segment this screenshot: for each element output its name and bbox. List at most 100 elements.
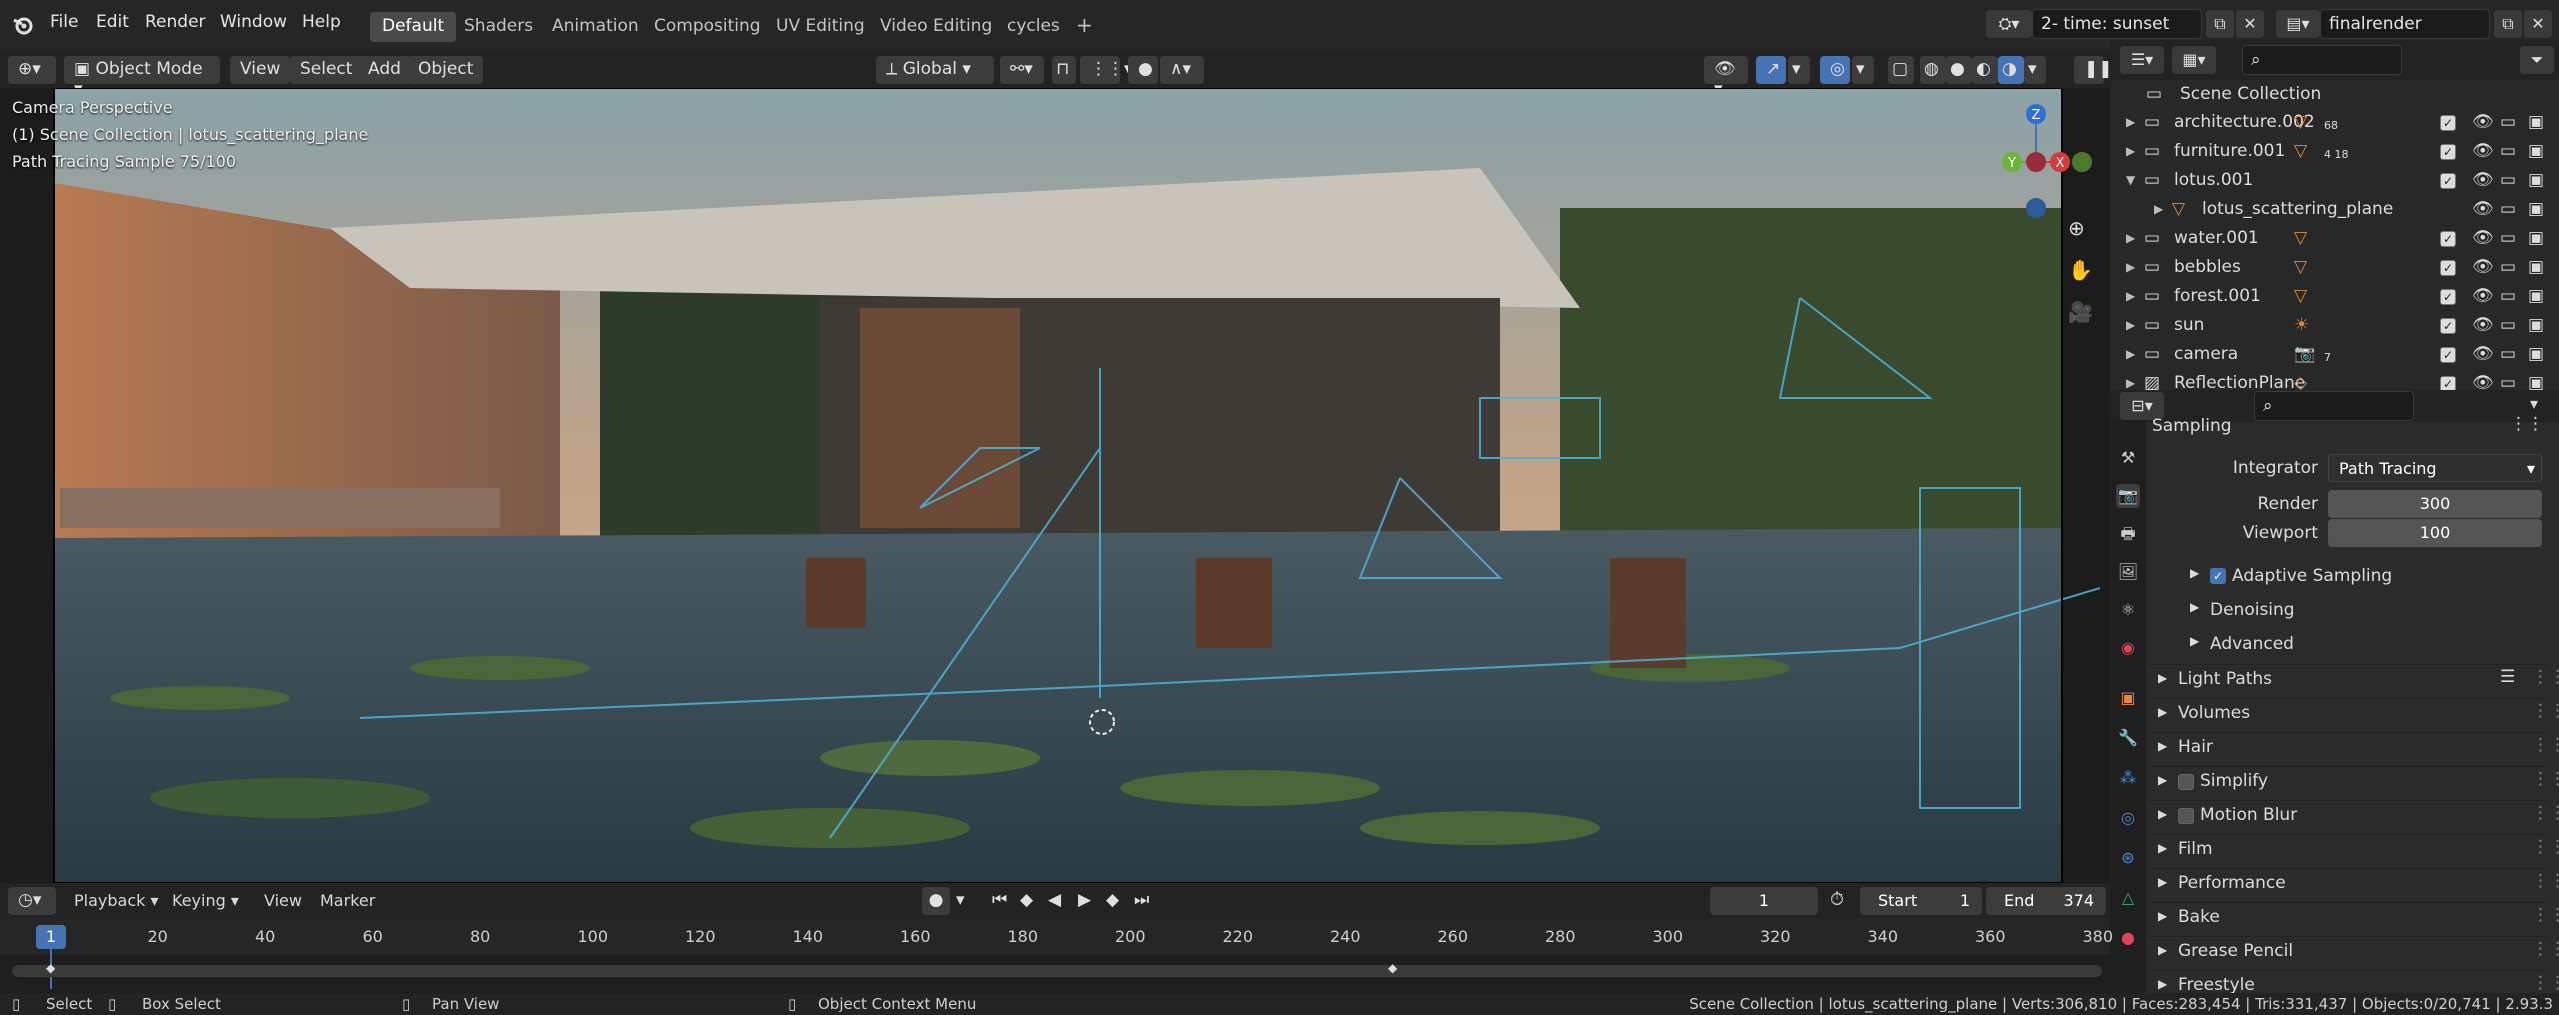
record-dropdown-icon[interactable]: ▾ bbox=[952, 887, 974, 915]
playback-menu[interactable]: Playback ▾ bbox=[74, 891, 159, 910]
expand-arrow-icon[interactable]: ▶ bbox=[2126, 144, 2135, 158]
camera-icon[interactable]: ▣ bbox=[2528, 315, 2544, 335]
panel-bake[interactable]: ▶ Bake ⋮⋮ bbox=[2148, 902, 2559, 934]
panel-hair[interactable]: ▶ Hair ⋮⋮ bbox=[2148, 732, 2559, 764]
drag-handle-icon[interactable]: ⋮⋮ bbox=[2532, 803, 2559, 823]
new-scene-icon[interactable]: ⧉ bbox=[2206, 10, 2234, 38]
include-checkbox[interactable]: ✓ bbox=[2440, 318, 2456, 334]
outliner-editor-type-icon[interactable]: ☰▾ bbox=[2120, 46, 2164, 74]
pan-hand-icon[interactable]: ✋ bbox=[2068, 258, 2096, 286]
jump-end-icon[interactable]: ⏭ bbox=[1130, 887, 1156, 915]
stopwatch-icon[interactable]: ⏱ bbox=[1830, 889, 1844, 910]
outliner-root[interactable]: ▭ Scene Collection bbox=[2110, 80, 2559, 109]
add-workspace-icon[interactable]: + bbox=[1064, 9, 1105, 39]
camera-icon[interactable]: ▣ bbox=[2528, 286, 2544, 306]
navigation-gizmo[interactable]: Z X Y bbox=[1982, 98, 2094, 228]
drag-handle-icon[interactable]: ⋮⋮ bbox=[2532, 701, 2559, 721]
end-frame-field[interactable]: End 374 bbox=[1986, 887, 2106, 915]
output-tab-icon[interactable]: 🖶 bbox=[2116, 522, 2140, 546]
visibility-icon[interactable]: 👁▾ bbox=[1704, 56, 1748, 99]
next-keyframe-icon[interactable]: ◆ bbox=[1102, 887, 1128, 915]
denoising-subpanel[interactable]: ▶ Denoising bbox=[2148, 596, 2548, 628]
material-shading-icon[interactable]: ◐ bbox=[1972, 56, 1998, 84]
blender-logo-icon[interactable] bbox=[12, 14, 34, 36]
outliner-row-sun[interactable]: ▶ ▭ sun ☀ ✓ 👁 ▭ ▣ bbox=[2110, 312, 2559, 341]
panel-motion-blur[interactable]: ▶ Motion Blur ⋮⋮ bbox=[2148, 800, 2559, 832]
eye-icon[interactable]: 👁 bbox=[2472, 344, 2494, 364]
expand-arrow-icon[interactable]: ▶ bbox=[2126, 260, 2135, 274]
transform-orientation[interactable]: ⟂ Global ▾ bbox=[876, 56, 994, 84]
current-frame-badge[interactable]: 1 bbox=[36, 925, 66, 949]
snap-icon[interactable]: ⊓ bbox=[1052, 56, 1076, 84]
current-frame-field[interactable]: 1 bbox=[1710, 887, 1818, 915]
view-layer-tab-icon[interactable]: 🖼 bbox=[2116, 560, 2140, 584]
panel-film[interactable]: ▶ Film ⋮⋮ bbox=[2148, 834, 2559, 866]
world-tab-icon[interactable]: ◉ bbox=[2116, 636, 2140, 660]
eye-icon[interactable]: 👁 bbox=[2472, 170, 2494, 190]
monitor-icon[interactable]: ▭ bbox=[2500, 141, 2516, 161]
expand-icon[interactable]: ▶ bbox=[2190, 566, 2199, 580]
drag-handle-icon[interactable]: ⋮⋮ bbox=[2532, 871, 2559, 891]
expand-arrow-icon[interactable]: ▶ bbox=[2154, 202, 2163, 216]
include-checkbox[interactable]: ✓ bbox=[2440, 173, 2456, 189]
drag-handle-icon[interactable]: ⋮⋮ bbox=[2532, 769, 2559, 789]
menu-file[interactable]: File bbox=[50, 12, 78, 32]
properties-options-icon[interactable]: ▾ bbox=[2530, 394, 2538, 413]
solid-shading-icon[interactable]: ● bbox=[1946, 56, 1972, 84]
monitor-icon[interactable]: ▭ bbox=[2500, 286, 2516, 306]
overlay-dropdown-icon[interactable]: ▾ bbox=[1852, 56, 1874, 84]
drag-handle-icon[interactable]: ⋮⋮ bbox=[2532, 905, 2559, 925]
outliner-row-lotus-scattering-plane[interactable]: ▶ ▽ lotus_scattering_plane 👁 ▭ ▣ bbox=[2110, 196, 2559, 225]
view-layer-selector-icon[interactable]: ▤▾ bbox=[2276, 10, 2320, 38]
menu-render[interactable]: Render bbox=[145, 12, 206, 32]
timeline-area[interactable]: 1 20 40 60 80 100 120 140 160 180 200 220 240 260 280… bbox=[0, 919, 2113, 993]
tab-default[interactable]: Default bbox=[370, 12, 457, 42]
play-reverse-icon[interactable]: ◀ bbox=[1044, 887, 1070, 915]
constraints-tab-icon[interactable]: ⊛ bbox=[2116, 846, 2140, 870]
outliner-row-bebbles[interactable]: ▶ ▭ bebbles ▽ ✓ 👁 ▭ ▣ bbox=[2110, 254, 2559, 283]
outliner-row-architecture-002[interactable]: ▶ ▭ architecture.002 ▽ 68 ✓ 👁 ▭ ▣ bbox=[2110, 109, 2559, 138]
expand-arrow-icon[interactable]: ▶ bbox=[2126, 376, 2135, 390]
remove-view-layer-icon[interactable]: ✕ bbox=[2524, 10, 2552, 38]
marker-menu[interactable]: Marker bbox=[320, 891, 375, 910]
mode-selector[interactable]: ▣ Object Mode ▾ bbox=[64, 56, 220, 99]
monitor-icon[interactable]: ▭ bbox=[2500, 228, 2516, 248]
data-tab-icon[interactable]: △ bbox=[2116, 886, 2140, 910]
eye-icon[interactable]: 👁 bbox=[2472, 257, 2494, 277]
monitor-icon[interactable]: ▭ bbox=[2500, 257, 2516, 277]
panel-enable-checkbox[interactable] bbox=[2178, 808, 2194, 824]
menu-help[interactable]: Help bbox=[302, 12, 341, 32]
panel-volumes[interactable]: ▶ Volumes ⋮⋮ bbox=[2148, 698, 2559, 730]
falloff-icon[interactable]: ∧▾ bbox=[1160, 56, 1204, 84]
remove-scene-icon[interactable]: ✕ bbox=[2236, 10, 2264, 38]
jump-start-icon[interactable]: ⏮ bbox=[988, 887, 1014, 915]
advanced-subpanel[interactable]: ▶ Advanced bbox=[2148, 630, 2548, 662]
rendered-shading-icon[interactable]: ◑ bbox=[1998, 56, 2024, 84]
new-view-layer-icon[interactable]: ⧉ bbox=[2494, 10, 2522, 38]
sampling-panel-header[interactable]: Sampling ⋮⋮ bbox=[2148, 414, 2548, 452]
integrator-dropdown[interactable]: Path Tracing ▾ bbox=[2328, 454, 2542, 482]
object-tab-icon[interactable]: ▣ bbox=[2116, 686, 2140, 710]
drag-handle-icon[interactable]: ⋮⋮ bbox=[2532, 667, 2559, 687]
3d-viewport[interactable]: Camera Perspective (1) Scene Collection … bbox=[0, 88, 2110, 883]
view-layer-field[interactable]: finalrender bbox=[2320, 9, 2490, 39]
include-checkbox[interactable]: ✓ bbox=[2440, 144, 2456, 160]
panel-grease-pencil[interactable]: ▶ Grease Pencil ⋮⋮ bbox=[2148, 936, 2559, 968]
eye-icon[interactable]: 👁 bbox=[2472, 112, 2494, 132]
viewport-samples-field[interactable]: 100 bbox=[2328, 519, 2542, 547]
camera-icon[interactable]: ▣ bbox=[2528, 199, 2544, 219]
drag-handle-icon[interactable]: ⋮⋮ bbox=[2510, 414, 2544, 434]
eye-icon[interactable]: 👁 bbox=[2472, 286, 2494, 306]
modifier-tab-icon[interactable]: 🔧 bbox=[2116, 726, 2140, 750]
include-checkbox[interactable]: ✓ bbox=[2440, 347, 2456, 363]
outliner-row-lotus-001[interactable]: ▼ ▭ lotus.001 ✓ 👁 ▭ ▣ bbox=[2110, 167, 2559, 196]
monitor-icon[interactable]: ▭ bbox=[2500, 170, 2516, 190]
wireframe-shading-icon[interactable]: ◍ bbox=[1920, 56, 1946, 84]
frame-ruler[interactable] bbox=[0, 919, 2110, 955]
drag-handle-icon[interactable]: ⋮⋮ bbox=[2532, 939, 2559, 959]
shading-dropdown-icon[interactable]: ▾ bbox=[2024, 56, 2046, 84]
list-presets-icon[interactable]: ☰ bbox=[2500, 667, 2515, 687]
panel-performance[interactable]: ▶ Performance ⋮⋮ bbox=[2148, 868, 2559, 900]
record-icon[interactable]: ● bbox=[922, 887, 950, 915]
camera-icon[interactable]: ▣ bbox=[2528, 344, 2544, 364]
